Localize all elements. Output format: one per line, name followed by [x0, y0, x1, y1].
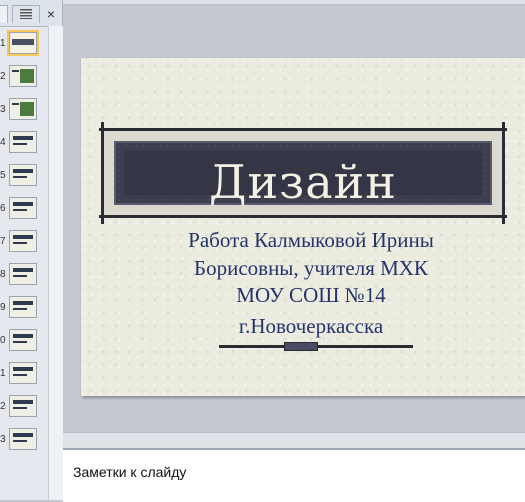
horizontal-scrollbar[interactable] [63, 432, 525, 449]
slide-number: 6 [0, 203, 6, 214]
slide-canvas[interactable]: Дизайн Работа Калмыковой Ирины Борисовны… [81, 58, 525, 396]
slide-number: 3 [0, 434, 6, 445]
tab-outline[interactable] [12, 5, 40, 23]
slide-editing-area: Дизайн Работа Калмыковой Ирины Борисовны… [63, 0, 525, 449]
slide-number: 1 [0, 368, 6, 379]
slide-number: 8 [0, 269, 6, 280]
slide-number: 2 [0, 401, 6, 412]
decorative-divider-center [284, 342, 318, 351]
slide-number: 9 [0, 302, 6, 313]
notes-placeholder[interactable]: Заметки к слайду [73, 464, 186, 480]
title-band: Дизайн [114, 141, 492, 209]
title-inner-panel: Дизайн [124, 151, 482, 209]
slide-title[interactable]: Дизайн [124, 155, 482, 209]
slide-thumbnail[interactable] [9, 230, 37, 252]
slide-thumbnail[interactable] [9, 65, 37, 87]
title-frame: Дизайн [103, 130, 503, 216]
slide-number: 2 [0, 71, 6, 82]
subtitle-line-4[interactable]: г.Новочеркасска [111, 314, 511, 338]
subtitle-line-2[interactable]: Борисовны, учителя МХК [111, 256, 511, 280]
slide-number: 4 [0, 137, 6, 148]
pane-tabs: × [0, 0, 62, 27]
outline-list-icon [20, 9, 32, 22]
top-ruler [63, 0, 525, 5]
slide-number: 0 [0, 335, 6, 346]
slide-number: 5 [0, 170, 6, 181]
slide-thumbnail[interactable] [9, 362, 37, 384]
slide-number: 3 [0, 104, 6, 115]
slide-thumbnail[interactable] [7, 30, 39, 56]
slides-pane: × 1 2 3 4 5 6 7 8 9 0 1 2 3 [0, 0, 63, 500]
subtitle-line-3[interactable]: МОУ СОШ №14 [111, 283, 511, 307]
close-icon: × [46, 6, 56, 22]
slide-thumbnail[interactable] [9, 164, 37, 186]
notes-pane[interactable]: Заметки к слайду [63, 448, 525, 502]
slide-thumbnail[interactable] [9, 197, 37, 219]
tab-slides[interactable] [0, 5, 8, 23]
slide-thumbnail[interactable] [9, 329, 37, 351]
slide-thumbnail[interactable] [9, 131, 37, 153]
slide-thumbnail[interactable] [9, 395, 37, 417]
slide-thumbnail[interactable] [9, 296, 37, 318]
slide-thumbnail[interactable] [9, 263, 37, 285]
slide-thumbnail[interactable] [9, 428, 37, 450]
slide-thumbnail[interactable] [9, 98, 37, 120]
subtitle-line-1[interactable]: Работа Калмыковой Ирины [111, 228, 511, 252]
close-pane-button[interactable]: × [43, 6, 59, 22]
slide-number: 1 [0, 38, 6, 49]
slide-number: 7 [0, 236, 6, 247]
thumbnail-scrollbar[interactable] [48, 26, 63, 500]
